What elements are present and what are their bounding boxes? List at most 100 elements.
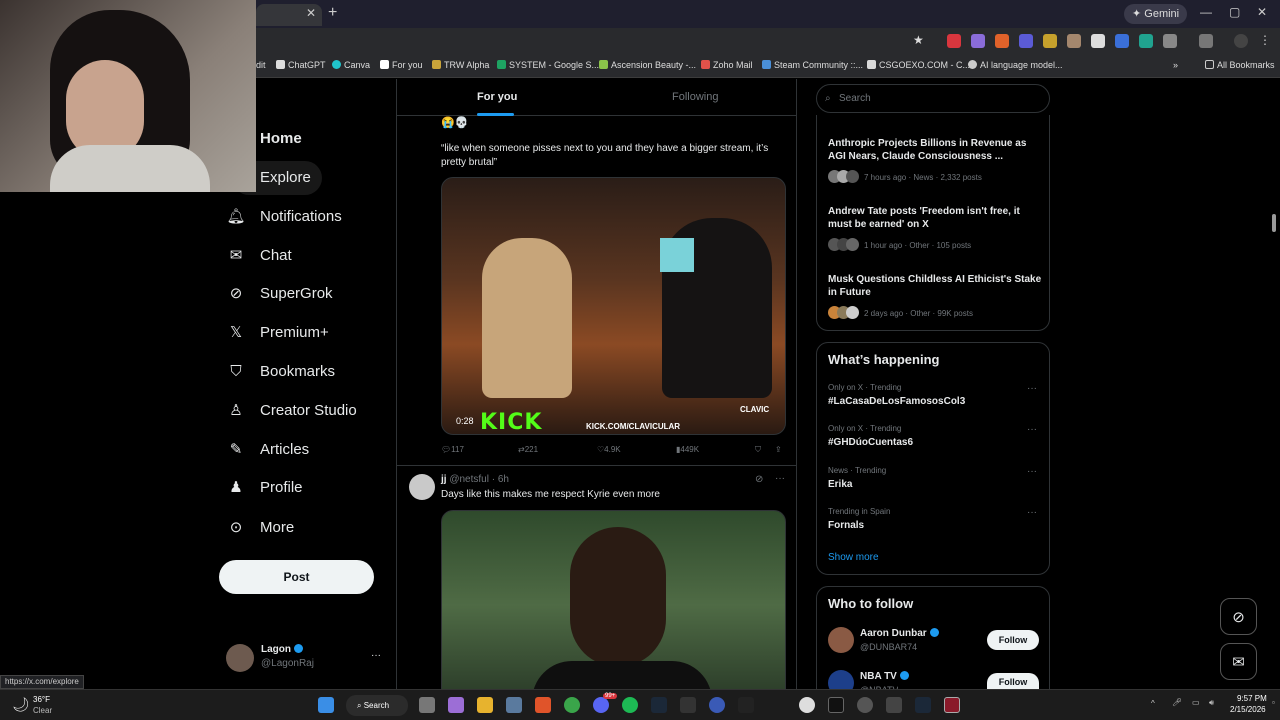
nav-notifications[interactable]: 🔔︎ Notifications bbox=[218, 198, 341, 234]
file-explorer-icon[interactable] bbox=[477, 697, 493, 713]
copilot-icon[interactable] bbox=[448, 697, 464, 713]
minimize-icon[interactable]: — bbox=[1200, 5, 1212, 19]
extension-icon[interactable] bbox=[971, 34, 985, 48]
like-button[interactable]: ♡ 4.9K bbox=[597, 445, 621, 454]
close-tab-icon[interactable]: ✕ bbox=[306, 6, 316, 20]
bookmark-item[interactable]: AI language model... bbox=[968, 60, 1063, 70]
repost-button[interactable]: ⇄ 221 bbox=[518, 445, 538, 454]
discord-icon[interactable] bbox=[593, 697, 609, 713]
chatgpt-icon[interactable] bbox=[799, 697, 815, 713]
tab-for-you[interactable]: For you bbox=[477, 91, 517, 103]
bookmark-item[interactable]: Ascension Beauty -... bbox=[599, 60, 696, 70]
taskbar-search[interactable]: ⌕ Search bbox=[346, 695, 408, 716]
messages-fab-icon[interactable]: ✉ bbox=[1220, 643, 1257, 680]
task-view-icon[interactable] bbox=[419, 697, 435, 713]
bookmark-item[interactable]: TRW Alpha bbox=[432, 60, 489, 70]
grok-icon[interactable]: ⊘ bbox=[755, 474, 763, 485]
app-icon[interactable] bbox=[886, 697, 902, 713]
weather-temp[interactable]: 36°F bbox=[33, 695, 50, 704]
bookmark-item[interactable]: Canva bbox=[332, 60, 370, 70]
trend-more-icon[interactable]: ··· bbox=[1027, 466, 1037, 477]
trend-name[interactable]: Fornals bbox=[828, 520, 864, 531]
steam-icon[interactable] bbox=[651, 697, 667, 713]
extension-icon[interactable] bbox=[947, 34, 961, 48]
nav-creator-studio[interactable]: ♙ Creator Studio bbox=[218, 392, 356, 428]
trend-more-icon[interactable]: ··· bbox=[1027, 507, 1037, 518]
app-icon[interactable] bbox=[709, 697, 725, 713]
follow-name[interactable]: Aaron Dunbar bbox=[860, 628, 939, 639]
bookmark-item[interactable]: CSGOEXO.COM - C... bbox=[867, 60, 970, 70]
volume-icon[interactable]: 🔊︎ bbox=[1209, 698, 1214, 708]
tweet-author-name[interactable]: jj bbox=[441, 474, 447, 485]
scrollbar-thumb[interactable] bbox=[1272, 214, 1276, 232]
news-title[interactable]: Anthropic Projects Billions in Revenue a… bbox=[828, 137, 1043, 163]
app-icon[interactable] bbox=[828, 697, 844, 713]
tray-overflow-icon[interactable]: ^ bbox=[1151, 699, 1155, 708]
menu-kebab-icon[interactable]: ⋮ bbox=[1259, 33, 1273, 47]
bookmark-item[interactable]: For you bbox=[380, 60, 423, 70]
steam-icon[interactable] bbox=[915, 697, 931, 713]
epic-games-icon[interactable] bbox=[680, 697, 696, 713]
tweet-author-handle[interactable]: @netsful · 6h bbox=[449, 474, 509, 485]
avatar[interactable] bbox=[828, 627, 854, 653]
trend-more-icon[interactable]: ··· bbox=[1027, 383, 1037, 394]
maximize-icon[interactable]: ▢ bbox=[1229, 5, 1240, 19]
notifications-icon[interactable]: ▫ bbox=[1272, 698, 1275, 707]
news-title[interactable]: Andrew Tate posts 'Freedom isn't free, i… bbox=[828, 205, 1043, 231]
tab-following[interactable]: Following bbox=[672, 91, 718, 103]
extension-icon[interactable] bbox=[1139, 34, 1153, 48]
brave-icon[interactable] bbox=[535, 697, 551, 713]
tweet-more-icon[interactable]: ··· bbox=[775, 473, 785, 484]
nav-premium[interactable]: 𝕏 Premium+ bbox=[218, 314, 329, 350]
trend-name[interactable]: Erika bbox=[828, 479, 852, 490]
bookmark-tweet-icon[interactable]: ⛉ bbox=[755, 445, 761, 455]
microphone-icon[interactable]: 🎤︎ bbox=[1172, 698, 1182, 707]
bookmark-item[interactable]: Steam Community ::... bbox=[762, 60, 863, 70]
extension-icon[interactable] bbox=[1067, 34, 1081, 48]
post-button[interactable]: Post bbox=[219, 560, 374, 594]
extension-icon[interactable] bbox=[1043, 34, 1057, 48]
clock-date[interactable]: 2/15/2026 bbox=[1230, 705, 1266, 714]
show-more-link[interactable]: Show more bbox=[828, 552, 879, 563]
bookmark-item[interactable]: dit bbox=[256, 60, 266, 70]
extension-icon[interactable] bbox=[995, 34, 1009, 48]
nav-bookmarks[interactable]: ⛉ Bookmarks bbox=[218, 353, 335, 389]
gemini-button[interactable]: ✦ Gemini bbox=[1124, 4, 1188, 24]
nav-profile[interactable]: ♟ Profile bbox=[218, 469, 302, 505]
bookmark-item[interactable]: SYSTEM - Google S... bbox=[497, 60, 599, 70]
sidepanel-icon[interactable] bbox=[1199, 34, 1213, 48]
trend-name[interactable]: #GHDúoCuentas6 bbox=[828, 437, 913, 448]
star-icon[interactable]: ★ bbox=[913, 33, 927, 47]
windows-start-icon[interactable] bbox=[318, 697, 334, 713]
bookmark-item[interactable]: ChatGPT bbox=[276, 60, 326, 70]
views-button[interactable]: ▮ 449K bbox=[676, 445, 699, 454]
grok-fab-icon[interactable]: ⊘ bbox=[1220, 598, 1257, 635]
account-more-icon[interactable]: ··· bbox=[371, 650, 381, 661]
account-switcher[interactable]: Lagon @LagonRaj ··· bbox=[226, 644, 381, 677]
clock-time[interactable]: 9:57 PM bbox=[1237, 694, 1267, 703]
display-icon[interactable]: ▭ bbox=[1192, 698, 1200, 707]
follow-name[interactable]: NBA TV bbox=[860, 671, 909, 682]
app-icon[interactable] bbox=[738, 697, 754, 713]
bookmark-item[interactable]: Zoho Mail bbox=[701, 60, 753, 70]
tweet-video[interactable]: 0:28 KICK KICK.COM/CLAVICULAR CLAVIC bbox=[441, 177, 786, 435]
follow-button[interactable]: Follow bbox=[987, 673, 1039, 690]
nav-articles[interactable]: ✎ Articles bbox=[218, 431, 309, 467]
pen-icon[interactable] bbox=[1091, 34, 1105, 48]
follow-button[interactable]: Follow bbox=[987, 630, 1039, 650]
extensions-puzzle-icon[interactable] bbox=[1163, 34, 1177, 48]
close-window-icon[interactable]: ✕ bbox=[1257, 5, 1267, 19]
chrome-icon[interactable] bbox=[564, 697, 580, 713]
browser-tab[interactable]: ✕ bbox=[256, 4, 322, 26]
profile-avatar-icon[interactable] bbox=[1234, 34, 1248, 48]
app-icon[interactable] bbox=[857, 697, 873, 713]
extension-icon[interactable] bbox=[1115, 34, 1129, 48]
epic-games-icon[interactable] bbox=[944, 697, 960, 713]
trend-name[interactable]: #LaCasaDeLosFamososCol3 bbox=[828, 396, 965, 407]
share-icon[interactable]: ⇪ bbox=[775, 445, 782, 454]
avatar[interactable] bbox=[409, 474, 435, 500]
nav-supergrok[interactable]: ⊘ SuperGrok bbox=[218, 275, 333, 311]
all-bookmarks-button[interactable]: All Bookmarks bbox=[1205, 60, 1275, 70]
nav-more[interactable]: ⊙ More bbox=[218, 509, 294, 545]
extension-icon[interactable] bbox=[1019, 34, 1033, 48]
